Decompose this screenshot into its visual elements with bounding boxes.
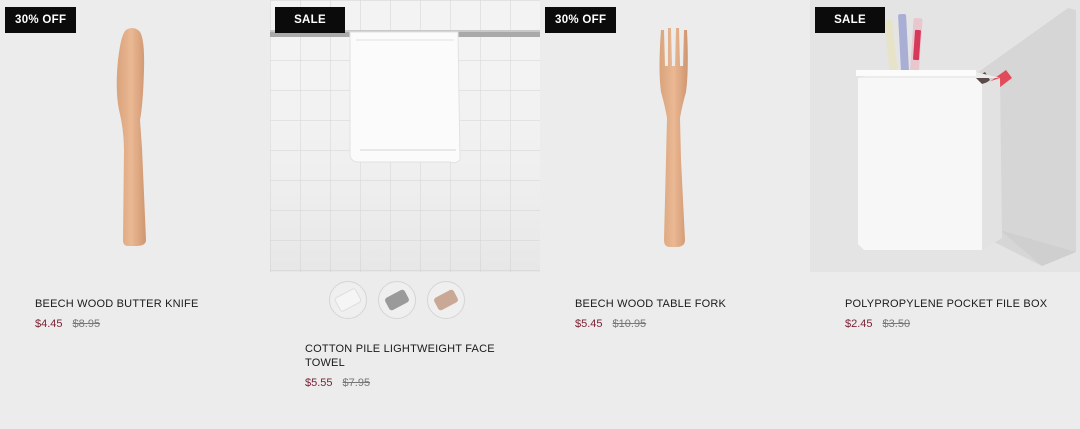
product-title[interactable]: BEECH WOOD TABLE FORK: [575, 297, 785, 311]
product-card[interactable]: SALE POLYPROPYLENE POCKET FILE BOX $2.45…: [810, 0, 1080, 429]
sale-badge: SALE: [815, 7, 885, 33]
original-price: $7.95: [342, 377, 371, 389]
original-price: $3.50: [882, 318, 911, 330]
product-title[interactable]: POLYPROPYLENE POCKET FILE BOX: [845, 297, 1055, 311]
butter-knife-icon: [0, 0, 270, 272]
fork-icon: [540, 0, 810, 272]
color-swatches: [329, 281, 465, 319]
product-image[interactable]: SALE: [270, 0, 540, 272]
face-towel-icon: [270, 0, 540, 272]
product-image[interactable]: 30% OFF: [0, 0, 270, 272]
product-prices: $5.45 $10.95: [575, 318, 646, 330]
file-box-icon: [810, 0, 1080, 272]
product-prices: $5.55 $7.95: [305, 377, 370, 389]
product-title[interactable]: BEECH WOOD BUTTER KNIFE: [35, 297, 245, 311]
sale-price: $5.55: [305, 377, 333, 389]
sale-badge: SALE: [275, 7, 345, 33]
sale-price: $5.45: [575, 318, 603, 330]
product-card[interactable]: SALE COTTON PILE LIGHTWEIGHT FACE TOWEL …: [270, 0, 540, 429]
sale-price: $4.45: [35, 318, 63, 330]
swatch-white[interactable]: [329, 281, 367, 319]
product-prices: $2.45 $3.50: [845, 318, 910, 330]
product-image[interactable]: SALE: [810, 0, 1080, 272]
product-card[interactable]: 30% OFF BEECH WOOD BUTTER KNIFE $4.45 $8.…: [0, 0, 270, 429]
swatch-beige[interactable]: [427, 281, 465, 319]
product-prices: $4.45 $8.95: [35, 318, 100, 330]
original-price: $10.95: [612, 318, 647, 330]
sale-price: $2.45: [845, 318, 873, 330]
product-title[interactable]: COTTON PILE LIGHTWEIGHT FACE TOWEL: [305, 342, 515, 370]
product-card[interactable]: 30% OFF BEECH WOOD TABLE FORK $5.45 $10.9…: [540, 0, 810, 429]
original-price: $8.95: [72, 318, 101, 330]
product-image[interactable]: 30% OFF: [540, 0, 810, 272]
discount-badge: 30% OFF: [545, 7, 617, 33]
discount-badge: 30% OFF: [5, 7, 77, 33]
swatch-gray[interactable]: [378, 281, 416, 319]
product-grid: 30% OFF BEECH WOOD BUTTER KNIFE $4.45 $8.…: [0, 0, 1080, 429]
